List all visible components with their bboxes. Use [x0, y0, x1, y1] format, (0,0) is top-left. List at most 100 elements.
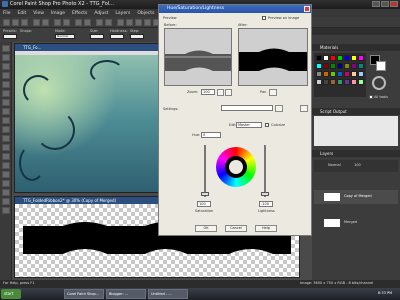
color-swatch[interactable] [337, 71, 343, 77]
color-swatch[interactable] [323, 71, 329, 77]
web-icon[interactable] [135, 19, 142, 26]
flood-fill-icon[interactable] [2, 171, 10, 178]
settings-dropdown[interactable] [221, 105, 273, 111]
saturation-slider-track[interactable] [204, 145, 206, 197]
close-button[interactable] [390, 1, 398, 7]
print-icon[interactable] [75, 19, 82, 26]
learning-center-icon[interactable] [117, 19, 124, 26]
pan-tool-icon[interactable] [2, 45, 10, 52]
pick-tool-icon[interactable] [2, 54, 10, 61]
straighten-tool-icon[interactable] [2, 90, 10, 97]
hardness-field[interactable] [110, 34, 124, 39]
shape-tool-icon[interactable] [2, 189, 10, 196]
paint-brush-icon[interactable] [2, 126, 10, 133]
save-preset-icon[interactable] [275, 105, 283, 112]
color-swatch[interactable] [316, 71, 322, 77]
lightness-slider-track[interactable] [264, 145, 266, 197]
warp-brush-icon[interactable] [2, 207, 10, 214]
open-file-icon[interactable] [12, 19, 19, 26]
undo-icon[interactable] [33, 19, 40, 26]
zoom-field[interactable]: 100 [201, 89, 215, 95]
colorize-checkbox[interactable] [265, 123, 269, 127]
after-preview[interactable] [238, 28, 308, 86]
before-preview[interactable] [164, 28, 232, 86]
menu-view[interactable]: View [33, 11, 44, 16]
color-swatch[interactable] [344, 71, 350, 77]
help-icon[interactable] [126, 19, 133, 26]
color-swatch[interactable] [316, 79, 322, 85]
script-output-header[interactable]: Script Output [312, 108, 400, 115]
selection-tool-icon[interactable] [2, 63, 10, 70]
pen-tool-icon[interactable] [2, 198, 10, 205]
script-output-area[interactable] [314, 116, 398, 146]
all-tools-checkbox[interactable] [369, 95, 373, 99]
mode-dropdown[interactable]: Normal [55, 34, 75, 39]
maximize-button[interactable] [381, 1, 389, 7]
color-swatch[interactable] [351, 55, 357, 61]
color-swatch[interactable] [323, 79, 329, 85]
help-button[interactable]: Help [255, 225, 277, 232]
color-swatch[interactable] [351, 71, 357, 77]
clone-tool-icon[interactable] [2, 108, 10, 115]
color-swatch[interactable] [330, 63, 336, 69]
learning-panel-header[interactable] [312, 28, 400, 35]
share-icon[interactable] [144, 19, 151, 26]
menu-effects[interactable]: Effects [72, 11, 87, 16]
color-swatch[interactable] [330, 71, 336, 77]
color-swatch[interactable] [337, 79, 343, 85]
materials-panel-header[interactable]: Materials [312, 44, 400, 51]
saturation-slider-thumb[interactable] [201, 192, 209, 196]
scratch-remover-icon[interactable] [2, 117, 10, 124]
layers-panel-header[interactable]: Layers [312, 150, 400, 157]
dialog-close-button[interactable] [304, 6, 310, 12]
smudge-tool-icon[interactable] [2, 153, 10, 160]
size-field[interactable] [90, 34, 104, 39]
dropper-tool-icon[interactable] [2, 72, 10, 79]
color-swatch[interactable] [316, 55, 322, 61]
layer-opacity[interactable]: 100 [354, 163, 361, 167]
hue-field[interactable]: 0 [201, 132, 221, 138]
save-icon[interactable] [21, 19, 28, 26]
image-window-background[interactable]: TTG_Fo... [14, 43, 159, 193]
color-swatch[interactable] [337, 63, 343, 69]
step-field[interactable] [130, 34, 144, 39]
start-button[interactable]: start [1, 289, 21, 299]
layer-icon[interactable] [96, 19, 103, 26]
reset-icon[interactable] [300, 105, 308, 112]
minimize-button[interactable] [372, 1, 380, 7]
color-swatch[interactable] [358, 63, 364, 69]
new-file-icon[interactable] [3, 19, 10, 26]
red-eye-tool-icon[interactable] [2, 99, 10, 106]
edit-dropdown[interactable]: Master [236, 122, 262, 128]
transparent-material-icon[interactable] [372, 76, 386, 90]
background-color-swatch[interactable] [376, 61, 386, 71]
color-swatch[interactable] [316, 63, 322, 69]
taskbar-item[interactable]: Untitled - ... [148, 289, 188, 299]
taskbar-item[interactable]: Blogger: ... [106, 289, 146, 299]
menu-edit[interactable]: Edit [18, 11, 27, 16]
lightness-slider-thumb[interactable] [261, 192, 269, 196]
color-swatch[interactable] [351, 79, 357, 85]
hue-color-wheel[interactable] [216, 147, 256, 187]
redo-icon[interactable] [42, 19, 49, 26]
zoom-in-button[interactable] [217, 89, 224, 96]
taskbar-item[interactable]: Corel Paint Shop... [64, 289, 104, 299]
zoom-out-button[interactable] [225, 89, 232, 96]
color-swatch[interactable] [358, 55, 364, 61]
dialog-titlebar[interactable]: Hue/Saturation/Lightness [159, 5, 311, 13]
pan-button[interactable] [269, 89, 277, 96]
eraser-tool-icon[interactable] [2, 162, 10, 169]
color-swatch[interactable] [358, 71, 364, 77]
saturation-field[interactable]: 100 [197, 201, 211, 207]
canvas-artwork[interactable] [15, 55, 158, 192]
cancel-button[interactable]: Cancel [225, 225, 247, 232]
effects-icon[interactable] [105, 19, 112, 26]
color-swatch[interactable] [344, 79, 350, 85]
color-swatch[interactable] [344, 55, 350, 61]
color-swatch[interactable] [358, 79, 364, 85]
crop-tool-icon[interactable] [2, 81, 10, 88]
ok-button[interactable]: OK [195, 225, 217, 232]
text-tool-icon[interactable] [2, 180, 10, 187]
menu-objects[interactable]: Objects [137, 11, 154, 16]
color-swatch[interactable] [330, 79, 336, 85]
